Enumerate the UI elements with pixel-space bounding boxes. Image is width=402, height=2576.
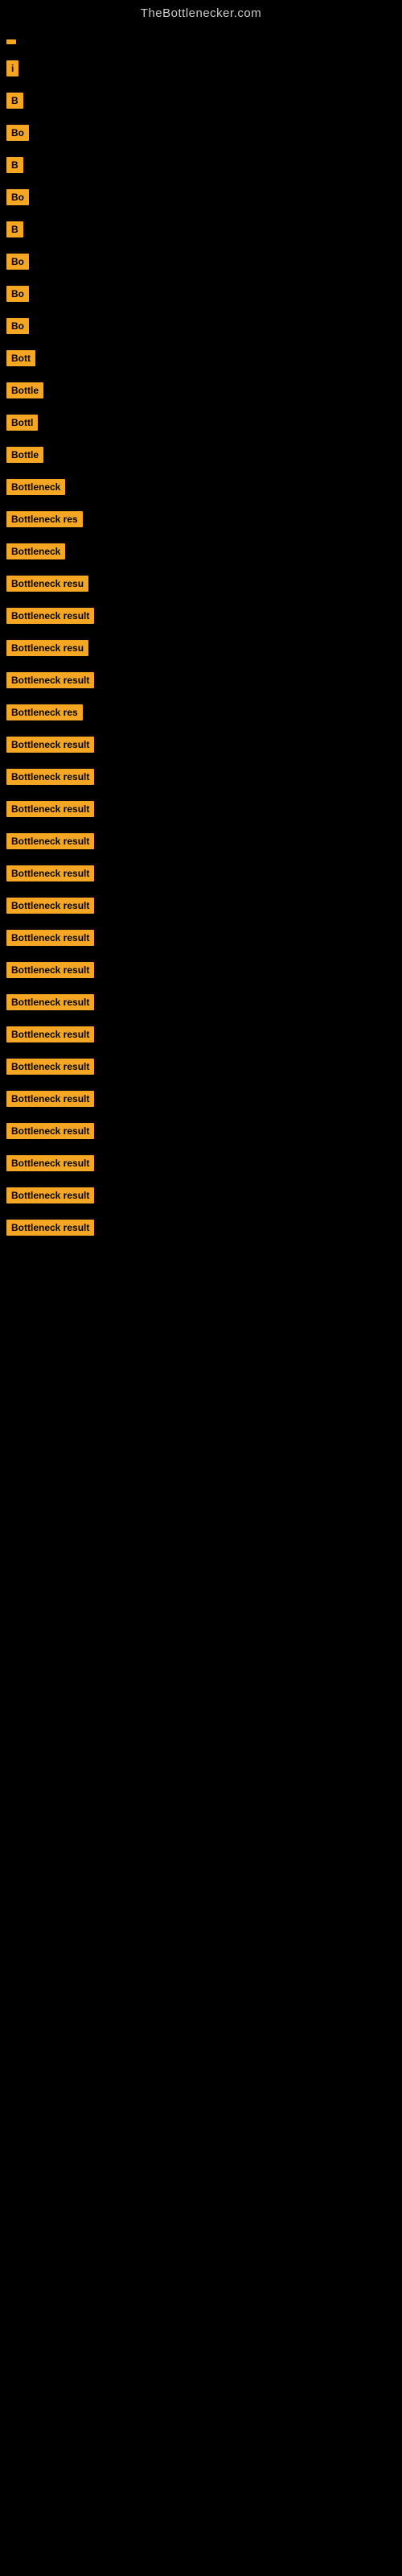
list-item: Bottleneck res bbox=[0, 503, 402, 535]
bottleneck-label: Bottleneck resu bbox=[6, 576, 88, 592]
bottleneck-label: Bo bbox=[6, 254, 29, 270]
list-item: Bottleneck resu bbox=[0, 568, 402, 600]
bottleneck-label: Bottl bbox=[6, 415, 38, 431]
list-item: Bottleneck result bbox=[0, 825, 402, 857]
list-item: Bottleneck result bbox=[0, 1212, 402, 1244]
bottleneck-label: i bbox=[6, 60, 18, 76]
list-item: Bo bbox=[0, 310, 402, 342]
bottleneck-label: Bottleneck result bbox=[6, 608, 94, 624]
bottleneck-label bbox=[6, 39, 16, 44]
list-item: Bottleneck result bbox=[0, 890, 402, 922]
bottleneck-label: Bottleneck bbox=[6, 543, 65, 559]
list-item: Bo bbox=[0, 117, 402, 149]
list-item: Bott bbox=[0, 342, 402, 374]
bottleneck-label: Bottleneck result bbox=[6, 801, 94, 817]
bottleneck-label: Bottleneck result bbox=[6, 1091, 94, 1107]
list-item: Bottleneck result bbox=[0, 922, 402, 954]
bottleneck-label: Bottle bbox=[6, 447, 43, 463]
list-item: i bbox=[0, 52, 402, 85]
bottleneck-label: B bbox=[6, 221, 23, 237]
list-item: Bottleneck result bbox=[0, 954, 402, 986]
items-container: i B Bo B Bo B Bo Bo Bo Bott Bottle Bottl Bottle Bottl… bbox=[0, 23, 402, 1252]
list-item: B bbox=[0, 213, 402, 246]
list-item: Bottleneck result bbox=[0, 664, 402, 696]
bottleneck-label: Bottleneck result bbox=[6, 930, 94, 946]
bottleneck-label: Bottleneck result bbox=[6, 1123, 94, 1139]
bottleneck-label: Bo bbox=[6, 125, 29, 141]
bottleneck-label: Bottleneck resu bbox=[6, 640, 88, 656]
list-item: Bo bbox=[0, 246, 402, 278]
bottleneck-label: Bottleneck result bbox=[6, 737, 94, 753]
list-item: Bottl bbox=[0, 407, 402, 439]
list-item: Bottleneck result bbox=[0, 1179, 402, 1212]
list-item: Bottleneck result bbox=[0, 793, 402, 825]
bottleneck-label: Bottleneck result bbox=[6, 833, 94, 849]
list-item: Bottleneck result bbox=[0, 1018, 402, 1051]
list-item: Bottleneck result bbox=[0, 986, 402, 1018]
bottleneck-label: B bbox=[6, 157, 23, 173]
bottleneck-label: Bottleneck result bbox=[6, 769, 94, 785]
list-item: Bottleneck result bbox=[0, 1147, 402, 1179]
bottleneck-label: Bo bbox=[6, 189, 29, 205]
bottleneck-label: Bott bbox=[6, 350, 35, 366]
list-item: Bo bbox=[0, 181, 402, 213]
bottleneck-label: Bottleneck result bbox=[6, 1059, 94, 1075]
bottleneck-label: Bottleneck result bbox=[6, 865, 94, 881]
bottleneck-label: Bottleneck result bbox=[6, 1155, 94, 1171]
list-item: Bottleneck result bbox=[0, 1083, 402, 1115]
list-item: B bbox=[0, 149, 402, 181]
bottleneck-label: Bottleneck res bbox=[6, 511, 83, 527]
bottleneck-label: Bottleneck result bbox=[6, 994, 94, 1010]
bottleneck-label: Bottleneck result bbox=[6, 962, 94, 978]
bottleneck-label: Bottleneck result bbox=[6, 898, 94, 914]
bottleneck-label: Bottleneck result bbox=[6, 1187, 94, 1203]
bottleneck-label: Bottleneck result bbox=[6, 1220, 94, 1236]
list-item: Bottleneck result bbox=[0, 729, 402, 761]
bottleneck-label: Bo bbox=[6, 318, 29, 334]
list-item bbox=[0, 31, 402, 52]
list-item: Bottleneck resu bbox=[0, 632, 402, 664]
bottleneck-label: Bottleneck result bbox=[6, 1026, 94, 1042]
list-item: Bottleneck result bbox=[0, 600, 402, 632]
list-item: Bottleneck result bbox=[0, 1051, 402, 1083]
list-item: Bottle bbox=[0, 439, 402, 471]
list-item: Bottleneck result bbox=[0, 761, 402, 793]
site-title: TheBottlenecker.com bbox=[0, 0, 402, 23]
list-item: B bbox=[0, 85, 402, 117]
list-item: Bottleneck result bbox=[0, 857, 402, 890]
bottleneck-label: Bottleneck result bbox=[6, 672, 94, 688]
list-item: Bottleneck res bbox=[0, 696, 402, 729]
list-item: Bottleneck result bbox=[0, 1115, 402, 1147]
list-item: Bottleneck bbox=[0, 471, 402, 503]
bottleneck-label: Bottleneck res bbox=[6, 704, 83, 720]
bottleneck-label: Bottle bbox=[6, 382, 43, 398]
bottleneck-label: B bbox=[6, 93, 23, 109]
list-item: Bottle bbox=[0, 374, 402, 407]
bottleneck-label: Bo bbox=[6, 286, 29, 302]
bottleneck-label: Bottleneck bbox=[6, 479, 65, 495]
list-item: Bottleneck bbox=[0, 535, 402, 568]
list-item: Bo bbox=[0, 278, 402, 310]
